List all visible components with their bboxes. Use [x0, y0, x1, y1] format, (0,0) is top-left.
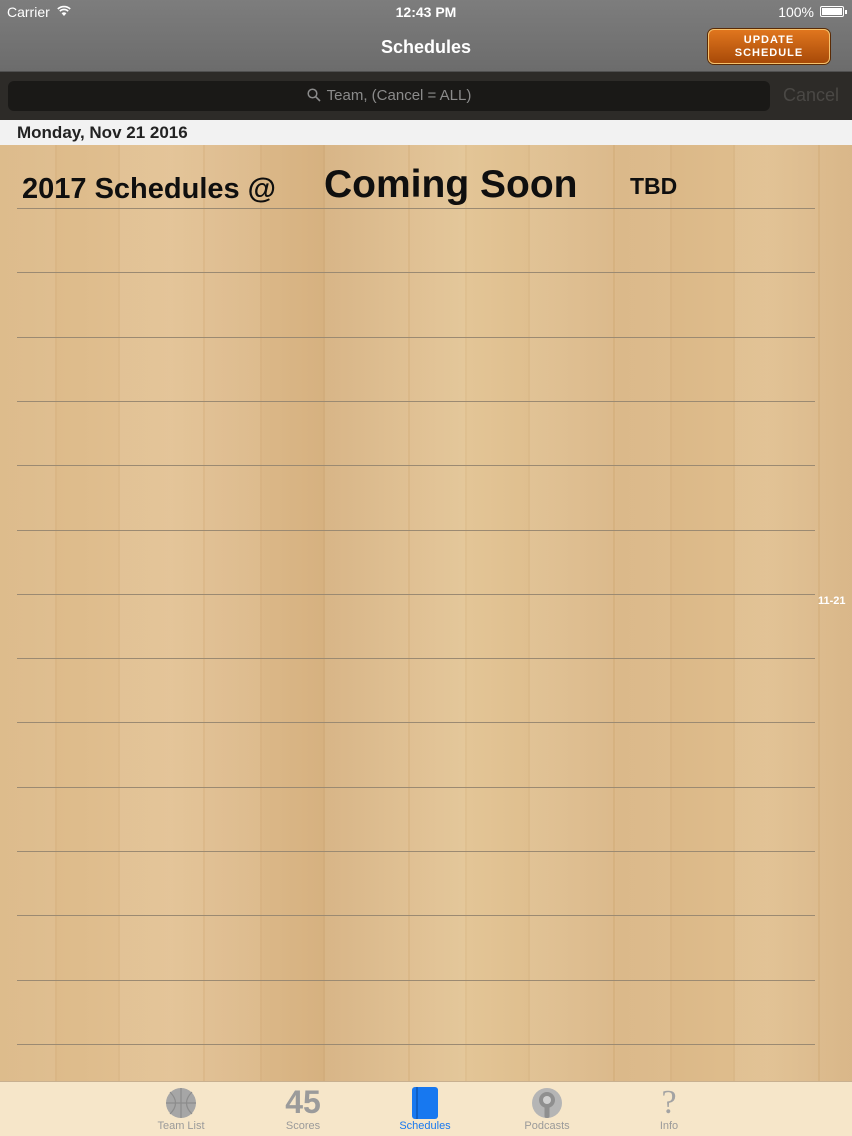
row-separator — [17, 465, 815, 467]
battery-percent: 100% — [778, 4, 814, 20]
schedule-time: TBD — [630, 173, 678, 199]
schedule-book-icon — [412, 1087, 438, 1119]
tab-label: Info — [659, 1120, 679, 1132]
tab-bar: Team List 45 Scores Schedules Podcasts ?… — [0, 1081, 852, 1136]
row-separator — [17, 272, 815, 274]
status-bar: Carrier 12:43 PM 100% — [0, 0, 852, 24]
scores-icon: 45 — [285, 1084, 321, 1120]
tab-scores[interactable]: 45 Scores — [258, 1082, 348, 1136]
search-bar: Team, (Cancel = ALL) Cancel — [0, 72, 852, 120]
row-separator — [17, 979, 815, 981]
schedule-opponent: Coming Soon — [324, 163, 578, 206]
row-separator — [17, 529, 815, 531]
row-separator — [17, 851, 815, 852]
clock: 12:43 PM — [395, 4, 457, 20]
schedule-row[interactable]: 2017 Schedules @ Coming Soon TBD — [22, 163, 812, 207]
search-icon — [307, 88, 321, 102]
section-header-date: Monday, Nov 21 2016 — [0, 120, 852, 145]
question-mark-icon: ? — [661, 1084, 677, 1121]
row-separator — [17, 208, 815, 209]
tab-label: Schedules — [399, 1120, 451, 1132]
schedule-title: 2017 Schedules @ — [22, 173, 276, 205]
update-schedule-button[interactable]: Update SChedule — [708, 29, 830, 64]
navigation-bar: Carrier 12:43 PM 100% Schedules Update S… — [0, 0, 852, 72]
podcast-icon — [532, 1088, 562, 1118]
section-index-item[interactable]: 11-21 — [818, 595, 846, 607]
row-separator — [17, 722, 815, 724]
battery-icon — [820, 6, 847, 17]
tab-team-list[interactable]: Team List — [136, 1082, 226, 1136]
schedule-list[interactable]: 2017 Schedules @ Coming Soon TBD 11-21 — [0, 145, 852, 1081]
row-separator — [17, 1043, 815, 1045]
search-placeholder: Team, (Cancel = ALL) — [326, 87, 472, 104]
row-separator — [17, 658, 815, 660]
update-button-line2: SChedule — [734, 47, 804, 59]
tab-podcasts[interactable]: Podcasts — [502, 1082, 592, 1136]
row-separator — [17, 593, 815, 595]
update-button-line1: Update — [743, 34, 795, 46]
row-separator — [17, 786, 815, 788]
tab-label: Podcasts — [524, 1120, 570, 1132]
tab-label: Scores — [285, 1120, 321, 1132]
search-input[interactable]: Team, (Cancel = ALL) — [8, 81, 770, 111]
row-separator — [17, 336, 815, 338]
basketball-icon — [166, 1088, 196, 1118]
tab-label: Team List — [157, 1120, 205, 1132]
tab-schedules[interactable]: Schedules — [380, 1082, 470, 1136]
tab-info[interactable]: ? Info — [624, 1082, 714, 1136]
cancel-button[interactable]: Cancel — [783, 85, 839, 106]
row-separator — [17, 400, 815, 402]
row-separator — [17, 915, 815, 917]
